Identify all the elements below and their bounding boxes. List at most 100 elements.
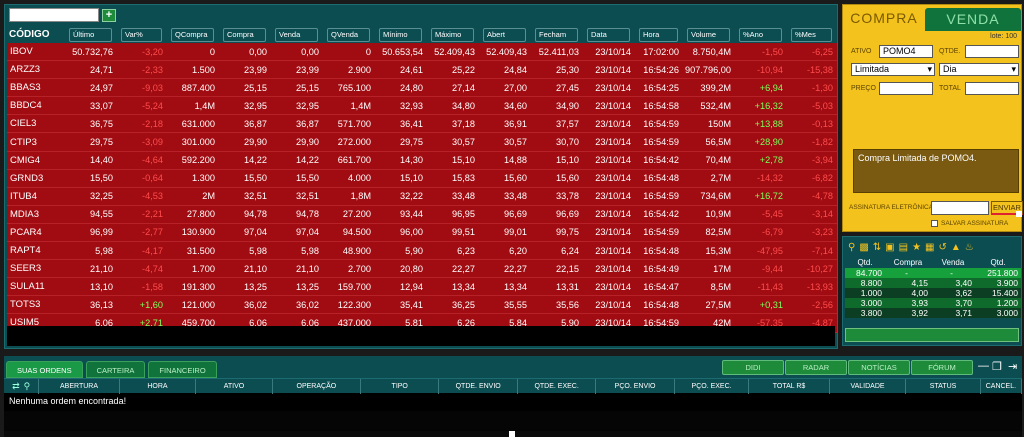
orders-col-header[interactable]: PÇO. ENVIO [596,378,675,394]
orders-col-header[interactable]: TOTAL R$ [749,378,830,394]
orders-col-header[interactable]: QTDE. ENVIO [439,378,518,394]
grid-icon[interactable]: ▦ [925,242,934,253]
search-icon[interactable]: ⚲ [848,242,855,253]
quote-cell: 887.400 [167,79,219,98]
tab-suas-ordens[interactable]: SUAS ORDENS [6,361,83,378]
history-icon[interactable]: ↺ [939,242,947,253]
quote-cell: 592.200 [167,151,219,170]
price-input[interactable] [879,82,933,95]
orders-col-header[interactable]: OPERAÇÃO [273,378,361,394]
resize-handle-right[interactable] [1016,211,1022,217]
bell-icon[interactable]: ♨ [965,242,974,253]
book-row[interactable]: 84.700- -251.800 [845,268,1021,278]
quote-row[interactable]: SEER3 21,10 -4,74 1.700 21,10 21,10 2.700 20,80… [7,260,837,279]
quote-row[interactable]: MDIA3 94,55 -2,21 27.800 94,78 94,78 27.200 93,… [7,205,837,224]
refresh-icon[interactable]: ⇄ [12,379,20,394]
quote-row[interactable]: CTIP3 29,75 -3,09 301.000 29,90 29,90 272.000 2… [7,133,837,152]
save-signature-option[interactable]: SALVAR ASSINATURA [931,220,1008,227]
chart-icon[interactable]: ▲ [951,242,961,253]
tab-carteira[interactable]: CARTEIRA [85,361,146,378]
star-icon[interactable]: ★ [912,242,921,253]
resize-handle-bottom[interactable] [509,431,515,437]
search-orders-icon[interactable]: ⚲ [24,379,31,394]
quotes-col-header[interactable]: Último [65,26,117,43]
quotes-col-header[interactable]: QCompra [167,26,219,43]
forum-button[interactable]: FÓRUM [911,360,973,375]
quotes-col-header[interactable]: Abert [479,26,531,43]
book-scrollbar[interactable] [845,328,1019,342]
quote-row[interactable]: SULA11 13,10 -1,58 191.300 13,25 13,25 159.700… [7,278,837,297]
quote-cell: 23/10/14 [583,223,635,243]
save-signature-checkbox[interactable] [931,220,938,227]
quotes-col-header[interactable]: %Mes [787,26,837,43]
orders-col-header[interactable]: HORA [120,378,197,394]
book-row[interactable]: 3.000 3,93 3,70 1.200 [845,298,1021,308]
quotes-col-header[interactable]: CÓDIGO [7,26,65,43]
quotes-col-header[interactable]: Volume [683,26,735,43]
quote-row[interactable]: TOTS3 36,13 +1,60 121.000 36,02 36,02 122.300 3… [7,296,837,315]
quote-cell: 36,41 [375,115,427,134]
orders-col-header[interactable]: TIPO [361,378,440,394]
order-type-select[interactable]: Limitada [851,63,935,76]
didi-button[interactable]: DIDI [722,360,784,375]
orders-col-header[interactable]: PÇO. EXEC. [675,378,750,394]
quote-row[interactable]: CIEL3 36,75 -2,18 631.000 36,87 36,87 571.700 3… [7,115,837,134]
book-icon[interactable]: ▣ [885,242,894,253]
book-row[interactable]: 3.800 3,92 3,71 3.000 [845,308,1021,318]
quotes-col-header[interactable]: Fecham [531,26,583,43]
symbol-input[interactable] [9,8,99,22]
quote-row[interactable]: PCAR4 96,99 -2,77 130.900 97,04 97,04 94.500 96… [7,223,837,243]
document-icon[interactable]: ▤ [899,242,908,253]
total-input[interactable] [965,82,1019,95]
quote-row[interactable]: ITUB4 32,25 -4,53 2M 32,51 32,51 1,8M 32,22 33,4… [7,187,837,206]
quote-cell: 16:54:59 [635,223,683,243]
quotes-col-header[interactable]: QVenda [323,26,375,43]
quotes-col-header[interactable]: Compra [219,26,271,43]
quote-row[interactable]: IBOV 50.732,76 -3,20 0 0,00 0,00 0 50.653,54 52.… [7,43,837,62]
orders-col-header[interactable]: VALIDADE [830,378,907,394]
quotes-col-header[interactable]: Mínimo [375,26,427,43]
sort-icon[interactable]: ⇅ [873,242,881,253]
tab-financeiro[interactable]: FINANCEIRO [148,361,217,378]
quote-row[interactable]: RAPT4 5,98 -4,17 31.500 5,98 5,98 48.900 5,90 6,… [7,242,837,261]
quote-cell: 2,7M [683,169,735,188]
quote-row[interactable]: BBAS3 24,97 -9,03 887.400 25,15 25,15 765.100 2… [7,79,837,98]
pin-icon[interactable]: ⇥ [1008,360,1017,373]
quote-row[interactable]: ARZZ3 24,71 -2,33 1.500 23,99 23,99 2.900 24,61… [7,61,837,80]
restore-icon[interactable]: ❐ [992,360,1002,373]
quotes-col-header[interactable]: Data [583,26,635,43]
quotes-col-header[interactable]: Hora [635,26,683,43]
quote-cell: 17M [683,260,735,279]
quote-row[interactable]: BBDC4 33,07 -5,24 1,4M 32,95 32,95 1,4M 32,93 34… [7,97,837,116]
quote-cell: -9,44 [735,260,787,279]
tab-buy[interactable]: COMPRA [843,5,925,31]
tab-sell[interactable]: VENDA [925,8,1021,31]
bar-chart-icon[interactable]: ▩ [859,242,868,253]
quote-cell: 13,34 [427,278,479,297]
quote-cell: 10,9M [683,205,735,224]
quotes-col-header[interactable]: %Ano [735,26,787,43]
orders-col-header[interactable]: ATIVO [196,378,273,394]
orders-col-header[interactable]: CANCEL. [981,378,1022,394]
asset-input[interactable]: POMO4 [879,45,933,58]
quantity-input[interactable] [965,45,1019,58]
quote-row[interactable]: CMIG4 14,40 -4,64 592.200 14,22 14,22 661.700 1… [7,151,837,170]
add-symbol-button[interactable]: + [102,8,116,22]
radar-button[interactable]: RADAR [785,360,847,375]
quotes-col-header[interactable]: Var% [117,26,167,43]
validity-select[interactable]: Dia [939,63,1019,76]
signature-input[interactable] [931,201,989,215]
orders-col-header[interactable]: STATUS [906,378,981,394]
book-row[interactable]: 8.800 4,15 3,40 3.900 [845,278,1021,288]
minimize-icon[interactable]: — [978,360,989,372]
quotes-col-header[interactable]: Máximo [427,26,479,43]
book-cell: 1.000 [845,288,885,298]
orders-col-header[interactable]: ABERTURA [39,378,120,394]
news-button[interactable]: NOTÍCIAS [848,360,910,375]
quote-cell: 23/10/14 [583,79,635,98]
orders-tab-bar: SUAS ORDENS CARTEIRA FINANCEIRO DIDI RAD… [4,356,1022,378]
quotes-col-header[interactable]: Venda [271,26,323,43]
book-row[interactable]: 1.000 4,00 3,62 15.400 [845,288,1021,298]
quote-row[interactable]: GRND3 15,50 -0,64 1.300 15,50 15,50 4.000 15,10… [7,169,837,188]
orders-col-header[interactable]: QTDE. EXEC. [518,378,597,394]
